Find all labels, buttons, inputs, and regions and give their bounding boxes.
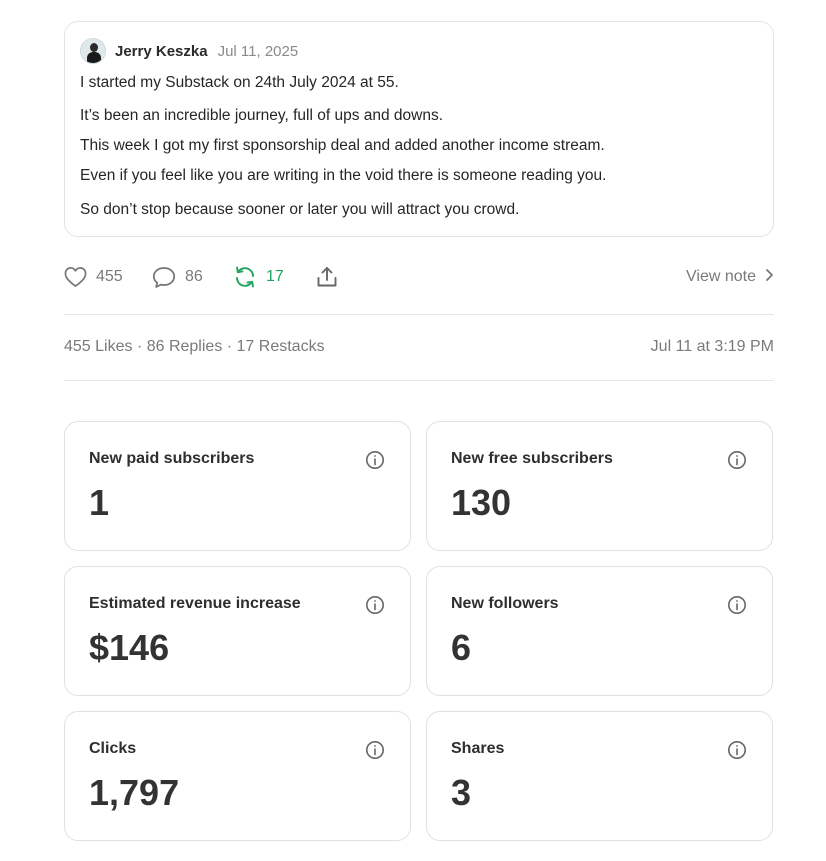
note-line: This week I got my first sponsorship dea… (80, 137, 605, 154)
metric-value: 3 (451, 772, 472, 813)
metric-label: New free subscribers (451, 450, 613, 467)
chevron-right-icon (756, 268, 774, 287)
metric-card-paid-subscribers: New paid subscribers 1 (64, 421, 411, 551)
note-line: I started my Substack on 24th July 2024 … (80, 74, 399, 91)
note-timestamp: Jul 11 at 3:19 PM (650, 338, 774, 355)
metric-value: $146 (89, 627, 170, 668)
metric-card-new-followers: New followers 6 (426, 566, 773, 696)
metric-card-revenue-increase: Estimated revenue increase $146 (64, 566, 411, 696)
info-icon[interactable] (365, 450, 385, 475)
metric-label: New paid subscribers (89, 450, 255, 467)
restack-button[interactable]: 17 (233, 262, 284, 292)
action-bar: 455 86 17 View note (64, 262, 774, 292)
like-button[interactable]: 455 (64, 262, 123, 292)
like-count: 455 (96, 268, 123, 285)
info-icon[interactable] (365, 740, 385, 765)
author-row: Jerry Keszka Jul 11, 2025 (80, 38, 298, 64)
info-icon[interactable] (727, 595, 747, 620)
metric-label: New followers (451, 595, 559, 612)
note-line: Even if you feel like you are writing in… (80, 167, 607, 184)
view-note-label: View note (686, 268, 756, 285)
metric-value: 1,797 (89, 772, 180, 813)
share-icon (315, 265, 339, 289)
info-icon[interactable] (727, 450, 747, 475)
info-icon[interactable] (365, 595, 385, 620)
engagement-summary: 455 Likes · 86 Replies · 17 Restacks (64, 338, 325, 355)
metric-card-free-subscribers: New free subscribers 130 (426, 421, 773, 551)
comment-icon (152, 266, 176, 289)
divider (64, 314, 774, 315)
metric-value: 6 (451, 627, 472, 668)
metric-label: Shares (451, 740, 505, 757)
metric-label: Estimated revenue increase (89, 595, 301, 612)
note-line: So don’t stop because sooner or later yo… (80, 201, 520, 218)
metric-label: Clicks (89, 740, 137, 757)
view-note-link[interactable]: View note (686, 262, 774, 292)
heart-icon (64, 266, 87, 288)
reply-count: 86 (185, 268, 203, 285)
author-name[interactable]: Jerry Keszka (115, 43, 208, 60)
reply-button[interactable]: 86 (152, 262, 203, 292)
restack-icon (233, 265, 257, 289)
note-line: It’s been an incredible journey, full of… (80, 107, 444, 124)
info-icon[interactable] (727, 740, 747, 765)
note-card[interactable]: Jerry Keszka Jul 11, 2025 I started my S… (64, 21, 774, 237)
metric-value: 130 (451, 482, 512, 523)
metric-value: 1 (89, 482, 110, 523)
share-button[interactable] (315, 262, 339, 292)
avatar[interactable] (80, 38, 106, 64)
post-date: Jul 11, 2025 (217, 42, 299, 60)
restack-count: 17 (266, 268, 284, 285)
metric-card-shares: Shares 3 (426, 711, 773, 841)
divider (64, 380, 774, 381)
metric-card-clicks: Clicks 1,797 (64, 711, 411, 841)
